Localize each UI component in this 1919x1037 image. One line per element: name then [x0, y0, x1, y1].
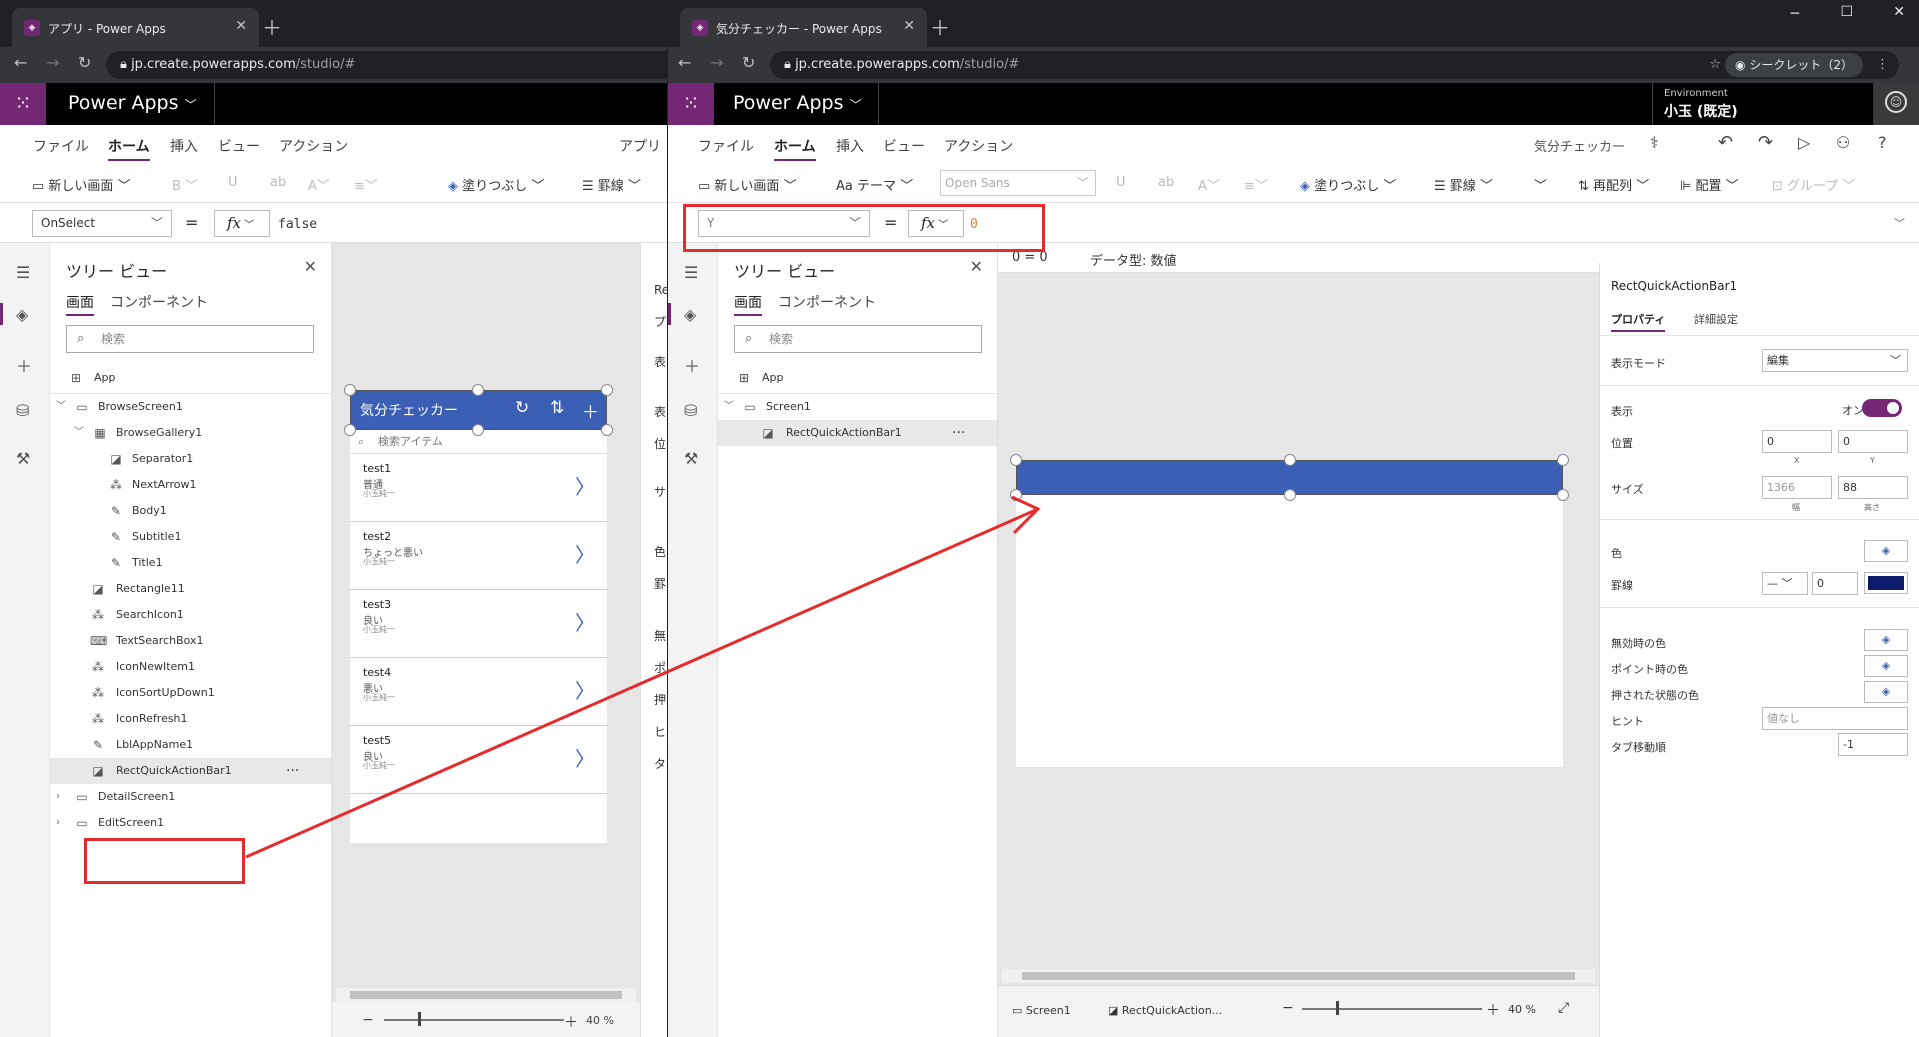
annotation-arrow — [245, 495, 1041, 859]
